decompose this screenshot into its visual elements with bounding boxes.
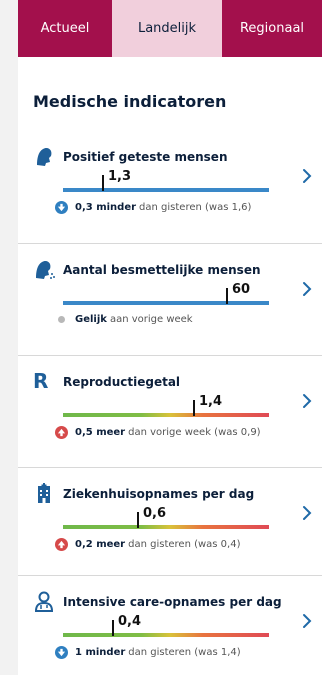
change-summary: 0,3 minder dan gisteren (was 1,6) bbox=[55, 201, 251, 214]
tab-landelijk[interactable]: Landelijk bbox=[112, 0, 222, 57]
person-coughing-icon bbox=[33, 258, 55, 280]
indicator-value: 60 bbox=[232, 282, 251, 297]
indicator-marker bbox=[102, 175, 104, 191]
hospital-icon bbox=[33, 482, 55, 504]
change-text: dan vorige week (was 0,9) bbox=[128, 427, 261, 438]
change-text: dan gisteren (was 0,4) bbox=[128, 539, 241, 550]
arrow-down-icon bbox=[55, 201, 68, 214]
change-text: dan gisteren (was 1,6) bbox=[139, 202, 252, 213]
change-text: dan gisteren (was 1,4) bbox=[128, 647, 241, 658]
chevron-right-icon[interactable] bbox=[301, 612, 313, 630]
tab-bar: Actueel Landelijk Regionaal bbox=[18, 0, 322, 57]
indicator-bar bbox=[63, 301, 269, 305]
indicator-title: Reproductiegetal bbox=[63, 375, 181, 389]
indicator-marker bbox=[193, 400, 195, 416]
change-amount: 0,5 meer bbox=[75, 427, 126, 438]
indicator-card[interactable]: Aantal besmettelijke mensen 60 Gelijk aan v… bbox=[18, 243, 322, 355]
person-head-icon bbox=[33, 145, 55, 167]
arrow-up-icon bbox=[55, 426, 68, 439]
tab-actueel[interactable]: Actueel bbox=[18, 0, 112, 57]
chevron-right-icon[interactable] bbox=[301, 504, 313, 522]
indicator-value: 0,6 bbox=[143, 506, 167, 521]
indicator-card[interactable]: Positief geteste mensen 1,3 0,3 minder dan … bbox=[18, 130, 322, 243]
change-text: aan vorige week bbox=[109, 314, 193, 325]
chevron-right-icon[interactable] bbox=[301, 392, 313, 410]
change-amount: 0,3 minder bbox=[75, 202, 137, 213]
indicator-value: 1,4 bbox=[199, 394, 223, 409]
tab-regionaal[interactable]: Regionaal bbox=[222, 0, 322, 57]
indicator-title: Ziekenhuisopnames per dag bbox=[63, 487, 255, 501]
chevron-right-icon[interactable] bbox=[301, 167, 313, 185]
indicator-card[interactable]: Intensive care-opnames per dag 0,4 1 minde… bbox=[18, 575, 322, 675]
doctor-icon bbox=[33, 590, 55, 612]
indicator-title: Aantal besmettelijke mensen bbox=[63, 263, 261, 277]
left-gutter bbox=[0, 0, 18, 675]
indicator-card[interactable]: Ziekenhuisopnames per dag 0,6 0,2 meer dan … bbox=[18, 467, 322, 575]
indicator-title: Intensive care-opnames per dag bbox=[63, 595, 282, 609]
neutral-dot-icon bbox=[58, 316, 65, 323]
change-summary: 0,2 meer dan gisteren (was 0,4) bbox=[55, 538, 241, 551]
arrow-up-icon bbox=[55, 538, 68, 551]
indicator-bar bbox=[63, 413, 269, 417]
indicator-value: 1,3 bbox=[108, 169, 132, 184]
indicator-card[interactable]: R Reproductiegetal 1,4 0,5 meer dan vorige w… bbox=[18, 355, 322, 467]
indicator-marker bbox=[226, 288, 228, 304]
indicator-bar bbox=[63, 188, 269, 192]
indicator-bar bbox=[63, 633, 269, 637]
chevron-right-icon[interactable] bbox=[301, 280, 313, 298]
change-amount: 1 minder bbox=[75, 647, 126, 658]
change-summary: Gelijk aan vorige week bbox=[55, 314, 193, 325]
arrow-down-icon bbox=[55, 646, 68, 659]
indicator-title: Positief geteste mensen bbox=[63, 150, 228, 164]
indicator-marker bbox=[137, 512, 139, 528]
letter-r-icon: R bbox=[33, 369, 49, 393]
section-title: Medische indicatoren bbox=[33, 92, 227, 111]
change-amount: 0,2 meer bbox=[75, 539, 126, 550]
indicator-value: 0,4 bbox=[118, 614, 142, 629]
change-summary: 1 minder dan gisteren (was 1,4) bbox=[55, 646, 241, 659]
indicator-marker bbox=[112, 620, 114, 636]
change-summary: 0,5 meer dan vorige week (was 0,9) bbox=[55, 426, 261, 439]
indicator-bar bbox=[63, 525, 269, 529]
change-amount: Gelijk bbox=[75, 314, 107, 325]
